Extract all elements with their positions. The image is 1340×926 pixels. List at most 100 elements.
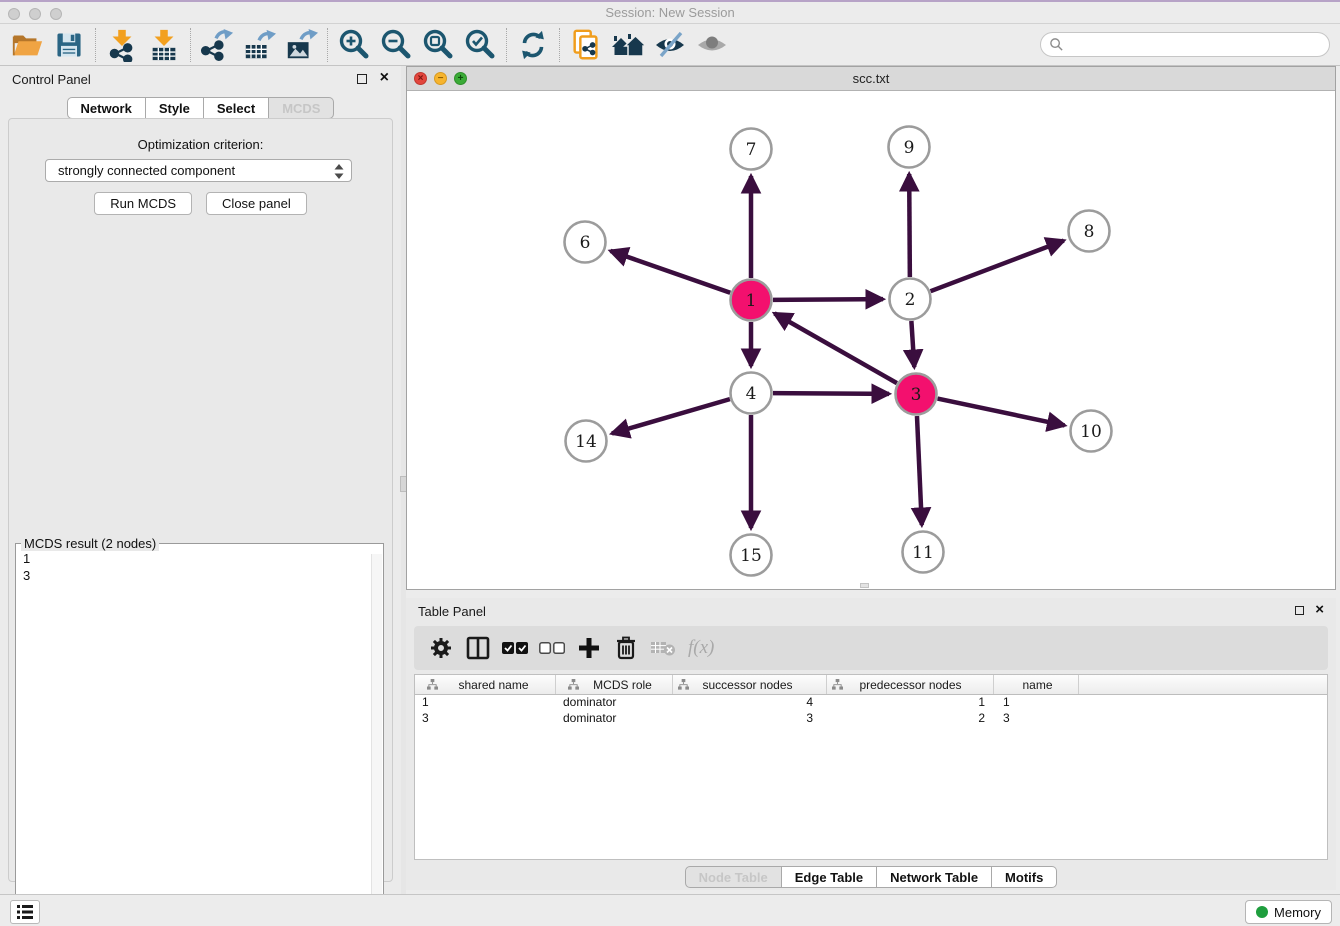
table-cell-shared_name[interactable]: 1 [415, 695, 556, 711]
graph-edge-4-3[interactable] [773, 393, 889, 394]
mcds-buttons: Run MCDS Close panel [9, 192, 392, 215]
mcds-result-scrollbar[interactable] [371, 554, 382, 915]
run-mcds-button[interactable]: Run MCDS [94, 192, 192, 215]
graph-node-1[interactable]: 1 [731, 280, 772, 321]
graph-node-2[interactable]: 2 [890, 279, 931, 320]
column-header-MCDS-role[interactable]: MCDS role [556, 675, 673, 694]
graph-node-15[interactable]: 15 [731, 535, 772, 576]
float-table-panel-icon[interactable] [1295, 606, 1304, 615]
memory-label: Memory [1274, 905, 1321, 920]
tab-edge-table[interactable]: Edge Table [782, 866, 877, 888]
graph-edge-1-2[interactable] [773, 299, 883, 300]
search-input[interactable] [1040, 32, 1330, 57]
refresh-view-icon[interactable] [512, 26, 554, 64]
column-header-predecessor-nodes[interactable]: predecessor nodes [827, 675, 994, 694]
graph-edge-2-9[interactable] [909, 174, 910, 277]
svg-text:1: 1 [746, 291, 757, 311]
clone-network-icon[interactable] [565, 26, 607, 64]
show-all-icon[interactable] [691, 26, 733, 64]
import-network-icon[interactable] [101, 26, 143, 64]
tab-network[interactable]: Network [67, 97, 146, 119]
search-container [1040, 32, 1330, 57]
first-neighbors-icon[interactable] [607, 26, 649, 64]
graph-edge-4-14[interactable] [612, 399, 730, 433]
graph-edge-2-8[interactable] [931, 241, 1064, 292]
graph-node-14[interactable]: 14 [566, 421, 607, 462]
add-column-icon[interactable] [574, 633, 604, 663]
window-title: Session: New Session [0, 5, 1340, 20]
tab-mcds[interactable]: MCDS [269, 97, 334, 119]
tab-select[interactable]: Select [204, 97, 269, 119]
export-table-icon[interactable] [238, 26, 280, 64]
open-file-icon[interactable] [6, 26, 48, 64]
column-settings-icon[interactable] [426, 633, 456, 663]
network-canvas[interactable]: 7 9 6 8 1 2 4 3 14 10 15 11 [407, 91, 1335, 589]
criterion-dropdown[interactable]: strongly connected component [45, 159, 352, 182]
table-cell-successor_nodes[interactable]: 3 [673, 711, 827, 727]
tab-style[interactable]: Style [146, 97, 204, 119]
graph-node-4[interactable]: 4 [731, 373, 772, 414]
table-panel-header: Table Panel × [406, 598, 1336, 624]
graph-node-11[interactable]: 11 [903, 532, 944, 573]
select-all-columns-icon[interactable] [500, 633, 530, 663]
close-table-panel-icon[interactable]: × [1315, 601, 1324, 618]
tab-motifs[interactable]: Motifs [992, 866, 1057, 888]
graph-node-10[interactable]: 10 [1071, 411, 1112, 452]
memory-button[interactable]: Memory [1245, 900, 1332, 924]
tab-network-table[interactable]: Network Table [877, 866, 992, 888]
column-header-name[interactable]: name [994, 675, 1079, 694]
table-cell-predecessor_nodes[interactable]: 2 [827, 711, 994, 727]
table-cell-name[interactable]: 3 [994, 711, 1079, 727]
import-table-icon[interactable] [143, 26, 185, 64]
svg-text:3: 3 [911, 385, 922, 405]
hide-selected-icon[interactable] [649, 26, 691, 64]
table-cell-name[interactable]: 1 [994, 695, 1079, 711]
delete-table-icon[interactable] [648, 633, 678, 663]
table-row[interactable]: 3dominator323 [415, 711, 1327, 727]
column-header-shared-name[interactable]: shared name [415, 675, 556, 694]
float-panel-icon[interactable] [357, 74, 367, 84]
mcds-result-list[interactable]: 13 [16, 548, 369, 914]
table-cell-mcds_role[interactable]: dominator [556, 695, 673, 711]
apply-function-icon[interactable]: f(x) [688, 637, 714, 659]
table-cell-predecessor_nodes[interactable]: 1 [827, 695, 994, 711]
graph-node-8[interactable]: 8 [1069, 211, 1110, 252]
deselect-all-columns-icon[interactable] [537, 633, 567, 663]
graph-node-7[interactable]: 7 [731, 129, 772, 170]
zoom-out-icon[interactable] [375, 26, 417, 64]
export-network-icon[interactable] [196, 26, 238, 64]
graph-edge-3-11[interactable] [917, 416, 922, 525]
tab-node-table[interactable]: Node Table [685, 866, 782, 888]
table-row[interactable]: 1dominator411 [415, 695, 1327, 711]
table-cell-successor_nodes[interactable]: 4 [673, 695, 827, 711]
table-cell-shared_name[interactable]: 3 [415, 711, 556, 727]
graph-node-6[interactable]: 6 [565, 222, 606, 263]
graph-edge-3-1[interactable] [774, 313, 896, 383]
window-titlebar: Session: New Session [0, 2, 1340, 24]
task-history-button[interactable] [10, 900, 40, 924]
table-toolbar: f(x) [414, 626, 1328, 670]
split-panel-icon[interactable] [463, 633, 493, 663]
graph-node-3[interactable]: 3 [896, 374, 937, 415]
graph-edge-1-6[interactable] [610, 251, 730, 293]
graph-node-9[interactable]: 9 [889, 127, 930, 168]
table-cell-mcds_role[interactable]: dominator [556, 711, 673, 727]
zoom-fit-icon[interactable] [417, 26, 459, 64]
svg-text:14: 14 [575, 432, 597, 452]
export-image-icon[interactable] [280, 26, 322, 64]
column-header-successor-nodes[interactable]: successor nodes [673, 675, 827, 694]
zoom-selected-icon[interactable] [459, 26, 501, 64]
close-panel-button[interactable]: Close panel [206, 192, 307, 215]
toolbar-separator [95, 28, 96, 62]
main-toolbar [0, 24, 1340, 66]
graph-edge-3-10[interactable] [938, 399, 1065, 426]
save-session-icon[interactable] [48, 26, 90, 64]
control-panel-title: Control Panel [12, 72, 91, 87]
graph-edge-2-3[interactable] [911, 321, 914, 367]
column-header-filler [1079, 675, 1327, 694]
canvas-splitter-handle[interactable] [860, 583, 869, 588]
zoom-in-icon[interactable] [333, 26, 375, 64]
delete-column-icon[interactable] [611, 633, 641, 663]
close-panel-icon[interactable]: × [380, 69, 389, 87]
mcds-panel: Optimization criterion: strongly connect… [8, 118, 393, 882]
